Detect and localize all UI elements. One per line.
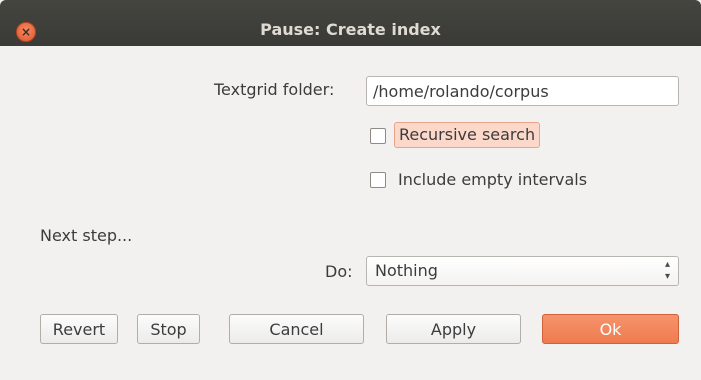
include-empty-intervals-label[interactable]: Include empty intervals <box>398 170 587 189</box>
cancel-button[interactable]: Cancel <box>229 314 364 344</box>
do-select-value: Nothing <box>375 261 438 280</box>
do-select[interactable]: Nothing ▴ ▾ <box>366 256 679 286</box>
textgrid-folder-input[interactable] <box>366 76 679 106</box>
stop-button[interactable]: Stop <box>137 314 200 344</box>
recursive-search-label[interactable]: Recursive search <box>394 122 541 148</box>
next-step-label: Next step... <box>40 226 133 245</box>
do-label: Do: <box>325 262 353 281</box>
apply-button[interactable]: Apply <box>386 314 521 344</box>
include-empty-intervals-checkbox[interactable] <box>370 172 386 188</box>
recursive-search-checkbox[interactable] <box>370 128 386 144</box>
window-title: Pause: Create index <box>260 20 441 39</box>
revert-button[interactable]: Revert <box>40 314 118 344</box>
up-down-arrows-icon: ▴ ▾ <box>664 259 670 282</box>
title-bar: × Pause: Create index <box>0 0 701 46</box>
ok-button[interactable]: Ok <box>542 314 679 344</box>
textgrid-folder-label: Textgrid folder: <box>214 80 335 99</box>
